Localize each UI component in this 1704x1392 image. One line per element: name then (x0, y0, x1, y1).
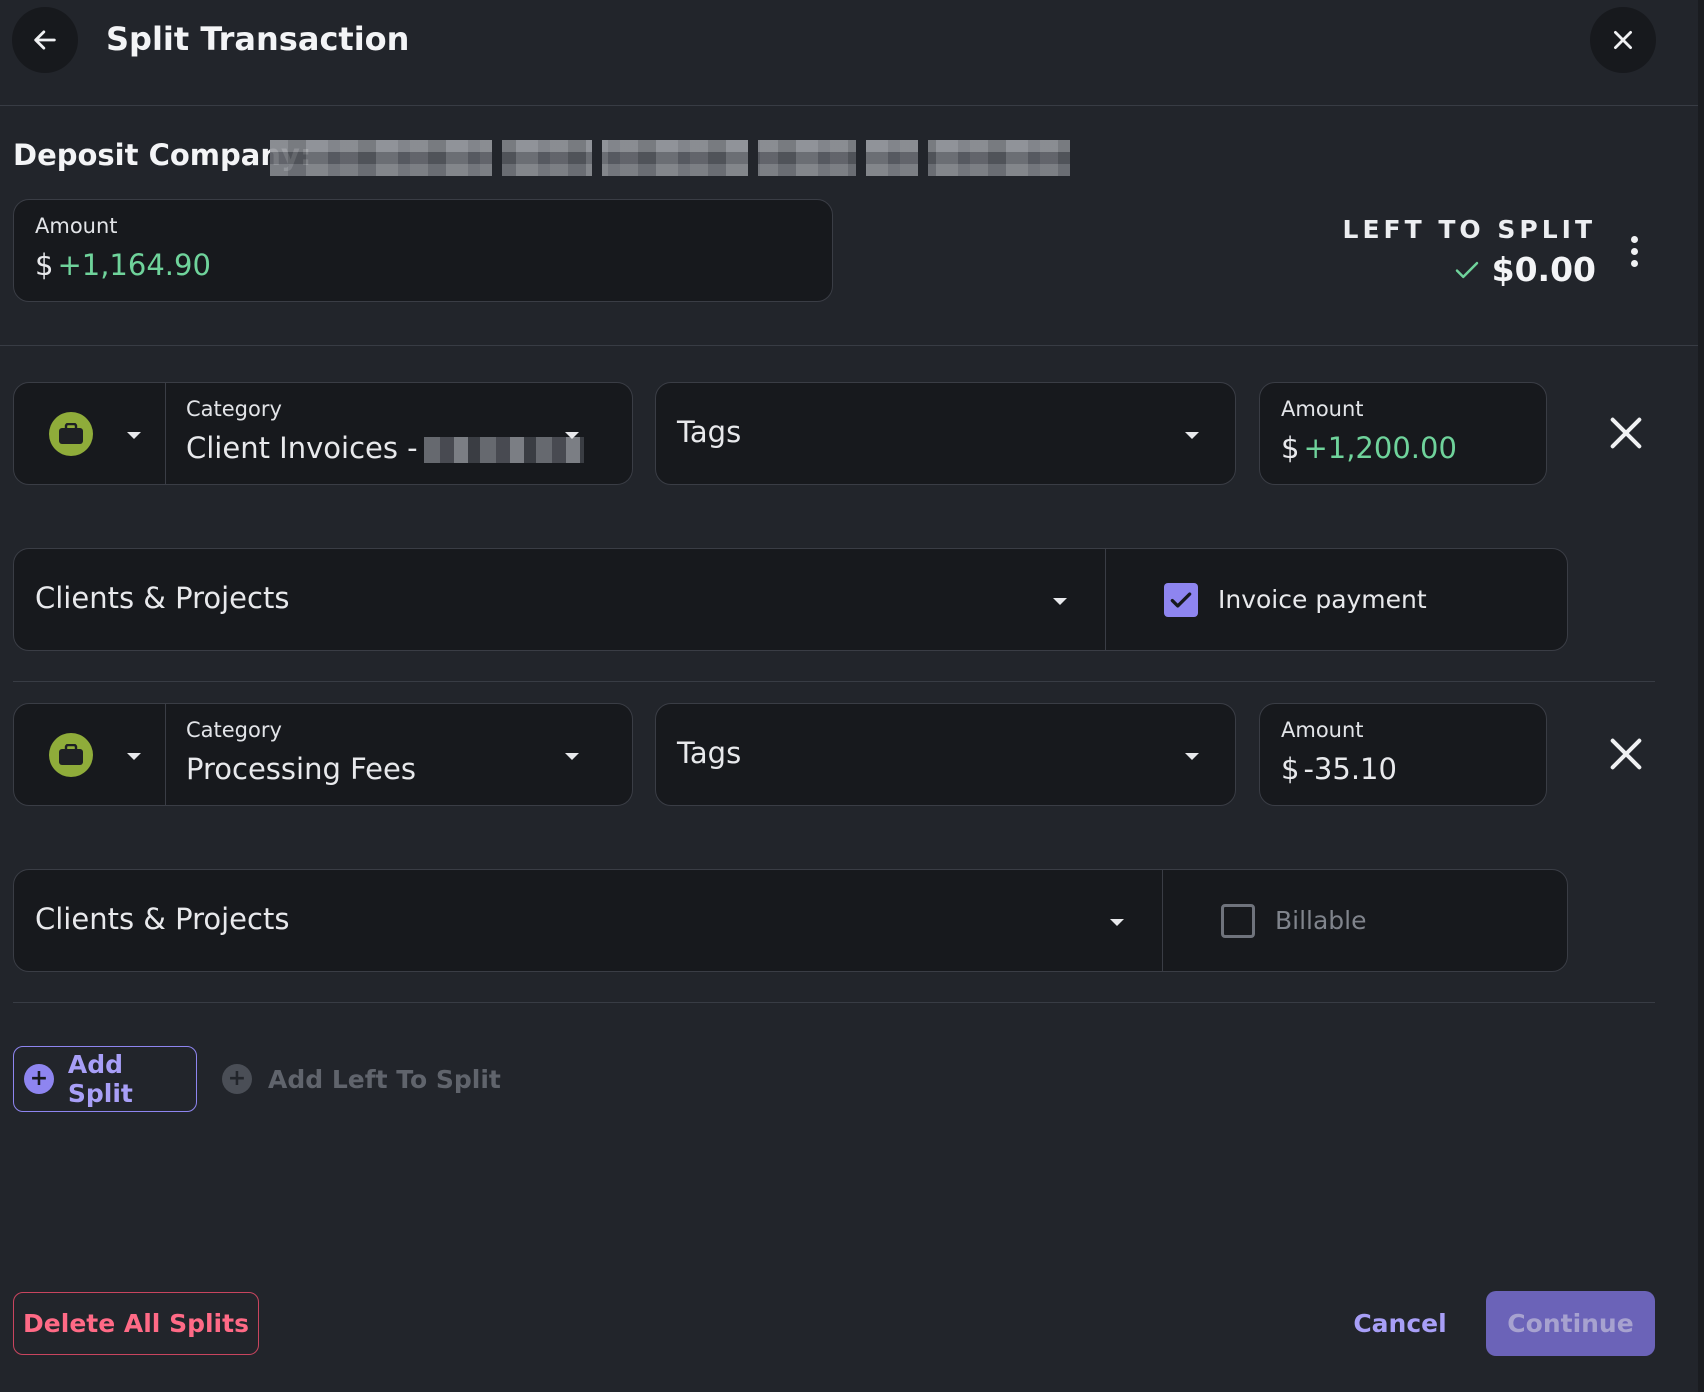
deposit-company-label: Deposit Company: (13, 138, 312, 172)
add-left-to-split-button[interactable]: + Add Left To Split (222, 1046, 501, 1112)
cancel-button[interactable]: Cancel (1340, 1292, 1460, 1355)
category-label: Category (186, 718, 282, 742)
total-amount-label: Amount (35, 214, 118, 238)
tags-placeholder: Tags (677, 415, 742, 449)
briefcase-icon (49, 733, 93, 777)
clients-projects-placeholder: Clients & Projects (35, 581, 290, 615)
remove-split-icon[interactable] (1606, 734, 1646, 774)
chevron-down-icon (565, 432, 579, 439)
arrow-left-icon (34, 30, 56, 50)
chevron-down-icon (127, 753, 141, 760)
check-icon (1455, 261, 1478, 278)
tags-placeholder: Tags (677, 736, 742, 770)
split-amount-value: $ -35.10 (1281, 752, 1397, 786)
category-select[interactable]: Category Client Invoices - (166, 382, 633, 485)
continue-button[interactable]: Continue (1486, 1291, 1655, 1356)
dialog-header: Split Transaction (0, 0, 1704, 106)
chevron-down-icon (1185, 753, 1199, 760)
clients-projects-placeholder: Clients & Projects (35, 902, 290, 936)
chevron-down-icon (1053, 598, 1067, 605)
left-to-split-value: $0.00 (1452, 250, 1596, 289)
billable-label: Billable (1275, 906, 1367, 935)
clients-projects-select[interactable]: Clients & Projects (13, 869, 1163, 972)
more-options-icon[interactable] (1620, 236, 1648, 272)
split-divider (13, 681, 1655, 682)
split-divider (13, 1002, 1655, 1003)
chevron-down-icon (127, 432, 141, 439)
dialog-title: Split Transaction (106, 20, 410, 58)
remove-split-icon[interactable] (1606, 413, 1646, 453)
clients-projects-select[interactable]: Clients & Projects (13, 548, 1106, 651)
chevron-down-icon (1110, 919, 1124, 926)
split-amount-value: $ +1,200.00 (1281, 431, 1457, 465)
close-button[interactable] (1590, 7, 1656, 73)
total-amount-value: $ +1,164.90 (35, 248, 211, 282)
split-amount-field[interactable]: Amount $ -35.10 (1259, 703, 1547, 806)
tags-select[interactable]: Tags (655, 382, 1236, 485)
left-to-split-amount: $0.00 (1491, 250, 1596, 289)
split-amount-label: Amount (1281, 718, 1364, 742)
left-to-split-label: LEFT TO SPLIT (1342, 215, 1596, 244)
close-icon (1614, 31, 1632, 49)
delete-all-splits-button[interactable]: Delete All Splits (13, 1292, 259, 1355)
total-amount-field[interactable]: Amount $ +1,164.90 (13, 199, 833, 302)
split-amount-label: Amount (1281, 397, 1364, 421)
chevron-down-icon (1185, 432, 1199, 439)
category-value: Processing Fees (186, 752, 416, 786)
section-divider (0, 345, 1698, 346)
category-select[interactable]: Category Processing Fees (166, 703, 633, 806)
category-value: Client Invoices - (186, 431, 584, 465)
billable-toggle[interactable]: Billable (1162, 869, 1568, 972)
category-icon-picker[interactable] (13, 703, 166, 806)
amount-number: +1,164.90 (57, 248, 211, 282)
split-transaction-dialog: Split Transaction Deposit Company: Amoun… (0, 0, 1704, 1392)
redacted-company-name (270, 140, 1070, 176)
checkbox-checked-icon[interactable] (1164, 583, 1198, 617)
back-button[interactable] (12, 7, 78, 73)
checkbox-unchecked-icon[interactable] (1221, 904, 1255, 938)
add-split-button[interactable]: + Add Split (13, 1046, 197, 1112)
invoice-payment-toggle[interactable]: Invoice payment (1105, 548, 1568, 651)
currency-symbol: $ (35, 248, 54, 282)
category-label: Category (186, 397, 282, 421)
category-icon-picker[interactable] (13, 382, 166, 485)
tags-select[interactable]: Tags (655, 703, 1236, 806)
briefcase-icon (49, 412, 93, 456)
invoice-payment-label: Invoice payment (1218, 585, 1427, 614)
plus-circle-icon: + (222, 1064, 252, 1094)
redacted-client-name (423, 437, 584, 463)
scrollbar[interactable] (1698, 0, 1704, 1392)
plus-circle-icon: + (24, 1064, 54, 1094)
chevron-down-icon (565, 753, 579, 760)
split-amount-field[interactable]: Amount $ +1,200.00 (1259, 382, 1547, 485)
